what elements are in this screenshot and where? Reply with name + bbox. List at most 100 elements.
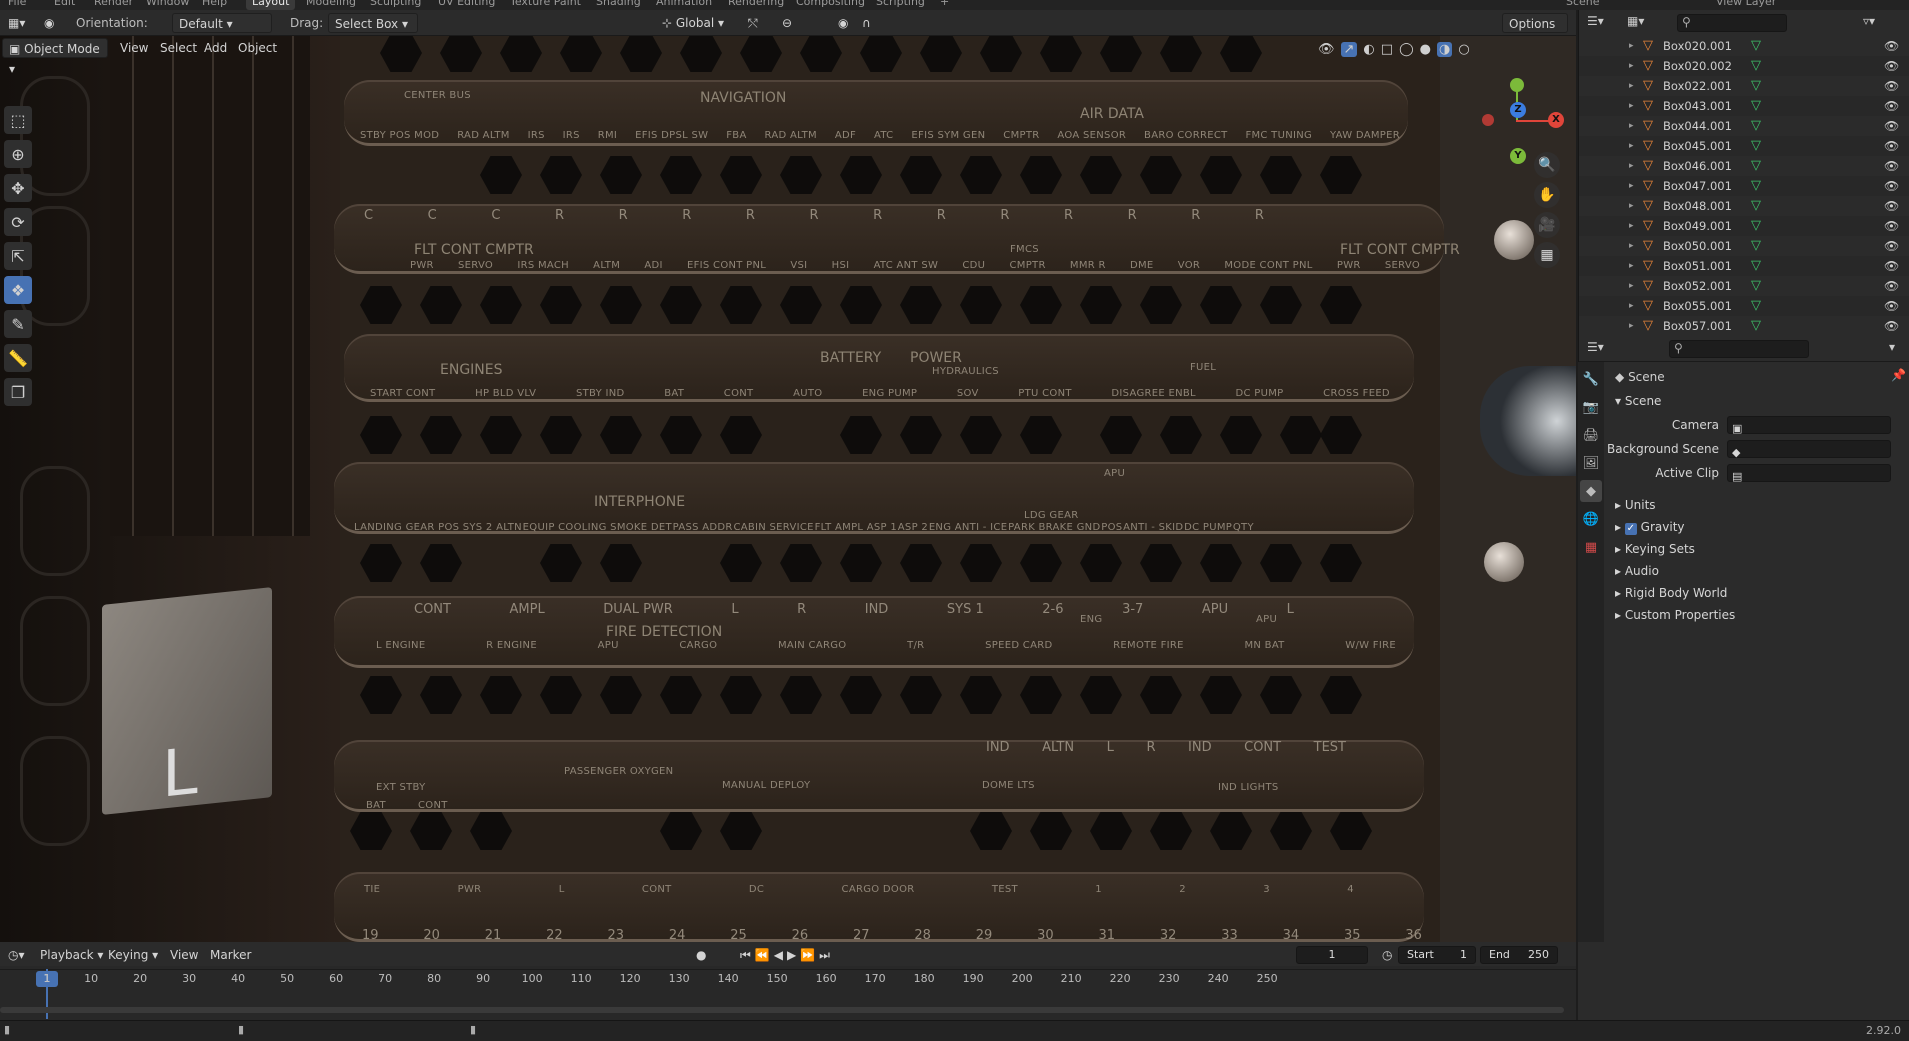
audio-panel[interactable]: ▸ Audio	[1615, 560, 1905, 582]
eye-icon[interactable]: 👁	[1884, 196, 1899, 216]
transform-icon[interactable]: ❖	[4, 276, 32, 304]
menu-marker[interactable]: Marker	[204, 945, 257, 965]
neg-x-axis-icon[interactable]	[1482, 114, 1494, 126]
outliner-item[interactable]: ▸ ▽ Box048.001 ▽ 👁	[1579, 196, 1909, 216]
outliner-item[interactable]: ▸ ▽ Box044.001 ▽ 👁	[1579, 116, 1909, 136]
editor-type-icon[interactable]: ☰▾	[1587, 340, 1604, 354]
menu-select[interactable]: Select	[154, 38, 203, 58]
tool-tab-icon[interactable]: 🔧	[1580, 368, 1602, 390]
expand-arrow-icon[interactable]: ▸	[1629, 216, 1634, 236]
mesh-data-icon[interactable]: ▽	[1751, 99, 1761, 113]
timeline-scrollbar[interactable]	[0, 1007, 1564, 1013]
menu-help[interactable]: Help	[196, 0, 233, 10]
snap-icon[interactable]: ⤲	[742, 13, 764, 33]
eye-icon[interactable]: 👁	[1884, 276, 1899, 296]
outliner-item[interactable]: ▸ ▽ Box020.002 ▽ 👁	[1579, 56, 1909, 76]
texture-tab-icon[interactable]: ▦	[1580, 536, 1602, 558]
neg-y-axis-icon[interactable]	[1510, 78, 1524, 92]
units-panel[interactable]: ▸ Units	[1615, 494, 1905, 516]
pin-icon[interactable]: 📌	[1891, 368, 1906, 382]
eye-icon[interactable]: 👁	[1884, 256, 1899, 276]
end-frame-field[interactable]: End 250	[1480, 946, 1558, 964]
scene-panel-header[interactable]: ▾ Scene	[1615, 390, 1905, 412]
outliner-item[interactable]: ▸ ▽ Box022.001 ▽ 👁	[1579, 76, 1909, 96]
expand-arrow-icon[interactable]: ▸	[1629, 136, 1634, 156]
drag-dropdown[interactable]: Select Box ▾	[328, 13, 418, 33]
expand-arrow-icon[interactable]: ▸	[1629, 116, 1634, 136]
mesh-data-icon[interactable]: ▽	[1751, 139, 1761, 153]
mesh-data-icon[interactable]: ▽	[1751, 299, 1761, 313]
add-cube-icon[interactable]: ❐	[4, 378, 32, 406]
record-icon[interactable]: ●	[690, 945, 712, 965]
gizmo-toggle-icon[interactable]: ↗	[1340, 41, 1358, 57]
gravity-checkbox[interactable]: ✓	[1624, 523, 1637, 535]
zoom-icon[interactable]: 🔍	[1534, 152, 1560, 178]
mesh-data-icon[interactable]: ▽	[1751, 199, 1761, 213]
eye-icon[interactable]: 👁	[1884, 56, 1899, 76]
current-frame-field[interactable]: 1	[1296, 946, 1368, 964]
orientation-dropdown[interactable]: Default ▾	[172, 13, 272, 33]
expand-arrow-icon[interactable]: ▸	[1629, 256, 1634, 276]
grid-perspective-icon[interactable]: ▦	[1534, 242, 1560, 268]
eye-icon[interactable]: 👁	[1884, 76, 1899, 96]
view-layer-selector[interactable]: View Layer	[1710, 0, 1782, 10]
expand-arrow-icon[interactable]: ▸	[1629, 56, 1634, 76]
outliner-item[interactable]: ▸ ▽ Box043.001 ▽ 👁	[1579, 96, 1909, 116]
add-workspace-button[interactable]: +	[934, 0, 955, 10]
rigid-body-world-panel[interactable]: ▸ Rigid Body World	[1615, 582, 1905, 604]
menu-keying[interactable]: Keying ▾	[102, 945, 164, 965]
camera-icon[interactable]: 🎥	[1534, 212, 1560, 238]
mesh-data-icon[interactable]: ▽	[1751, 319, 1761, 333]
menu-add[interactable]: Add	[198, 38, 233, 58]
visibility-icon[interactable]: 👁	[1318, 42, 1335, 57]
editor-type-icon[interactable]: ◷▾	[2, 945, 31, 965]
material-shading-icon[interactable]: ◑	[1436, 41, 1453, 57]
eye-icon[interactable]: 👁	[1884, 176, 1899, 196]
outliner-item[interactable]: ▸ ▽ Box050.001 ▽ 👁	[1579, 236, 1909, 256]
mode-dropdown[interactable]: ▣ Object Mode ▾	[2, 38, 108, 76]
expand-arrow-icon[interactable]: ▸	[1629, 316, 1634, 336]
filter-icon[interactable]: ▿▾	[1863, 14, 1875, 28]
wireframe-shading-icon[interactable]: ◯	[1399, 42, 1414, 57]
expand-arrow-icon[interactable]: ▸	[1629, 296, 1634, 316]
tab-animation[interactable]: Animation	[650, 0, 718, 10]
filter-collection-icon[interactable]: ▦▾	[1627, 14, 1644, 28]
tab-uv-editing[interactable]: UV Editing	[432, 0, 501, 10]
outliner-item[interactable]: ▸ ▽ Box057.001 ▽ 👁	[1579, 316, 1909, 336]
tab-compositing[interactable]: Compositing	[790, 0, 871, 10]
rotate-icon[interactable]: ⟳	[4, 208, 32, 236]
3d-viewport[interactable]: L CENTER BUS NAVIGATION AIR DATA STBY PO…	[0, 36, 1576, 942]
expand-arrow-icon[interactable]: ▸	[1629, 96, 1634, 116]
proportional-edit-icon[interactable]: ◉	[832, 13, 854, 33]
outliner-item[interactable]: ▸ ▽ Box051.001 ▽ 👁	[1579, 256, 1909, 276]
options-chevron-icon[interactable]: ▾	[1889, 340, 1895, 354]
tab-scripting[interactable]: Scripting	[870, 0, 931, 10]
expand-arrow-icon[interactable]: ▸	[1629, 156, 1634, 176]
mesh-data-icon[interactable]: ▽	[1751, 179, 1761, 193]
mesh-data-icon[interactable]: ▽	[1751, 79, 1761, 93]
start-frame-field[interactable]: Start 1	[1398, 946, 1476, 964]
outliner-item[interactable]: ▸ ▽ Box045.001 ▽ 👁	[1579, 136, 1909, 156]
outliner-item[interactable]: ▸ ▽ Box055.001 ▽ 👁	[1579, 296, 1909, 316]
menu-playback[interactable]: Playback ▾	[34, 945, 109, 965]
clock-icon[interactable]: ◷	[1376, 945, 1398, 965]
menu-window[interactable]: Window	[140, 0, 195, 10]
tab-modeling[interactable]: Modeling	[300, 0, 362, 10]
mesh-data-icon[interactable]: ▽	[1751, 39, 1761, 53]
eye-icon[interactable]: 👁	[1884, 96, 1899, 116]
properties-search-input[interactable]: ⚲	[1669, 340, 1809, 358]
tab-texture-paint[interactable]: Texture Paint	[504, 0, 587, 10]
overlay-icon[interactable]: ◐	[1363, 42, 1374, 57]
world-tab-icon[interactable]: 🌐	[1580, 508, 1602, 530]
eye-icon[interactable]: 👁	[1884, 116, 1899, 136]
tab-sculpting[interactable]: Sculpting	[364, 0, 427, 10]
mesh-data-icon[interactable]: ▽	[1751, 239, 1761, 253]
mesh-data-icon[interactable]: ▽	[1751, 279, 1761, 293]
keying-sets-panel[interactable]: ▸ Keying Sets	[1615, 538, 1905, 560]
x-axis-icon[interactable]: X	[1548, 112, 1564, 128]
expand-arrow-icon[interactable]: ▸	[1629, 36, 1634, 56]
falloff-icon[interactable]: ∩	[856, 13, 877, 33]
transform-orientation-dropdown[interactable]: ⊹ Global ▾	[656, 13, 730, 33]
eye-icon[interactable]: 👁	[1884, 216, 1899, 236]
annotate-icon[interactable]: ✎	[4, 310, 32, 338]
